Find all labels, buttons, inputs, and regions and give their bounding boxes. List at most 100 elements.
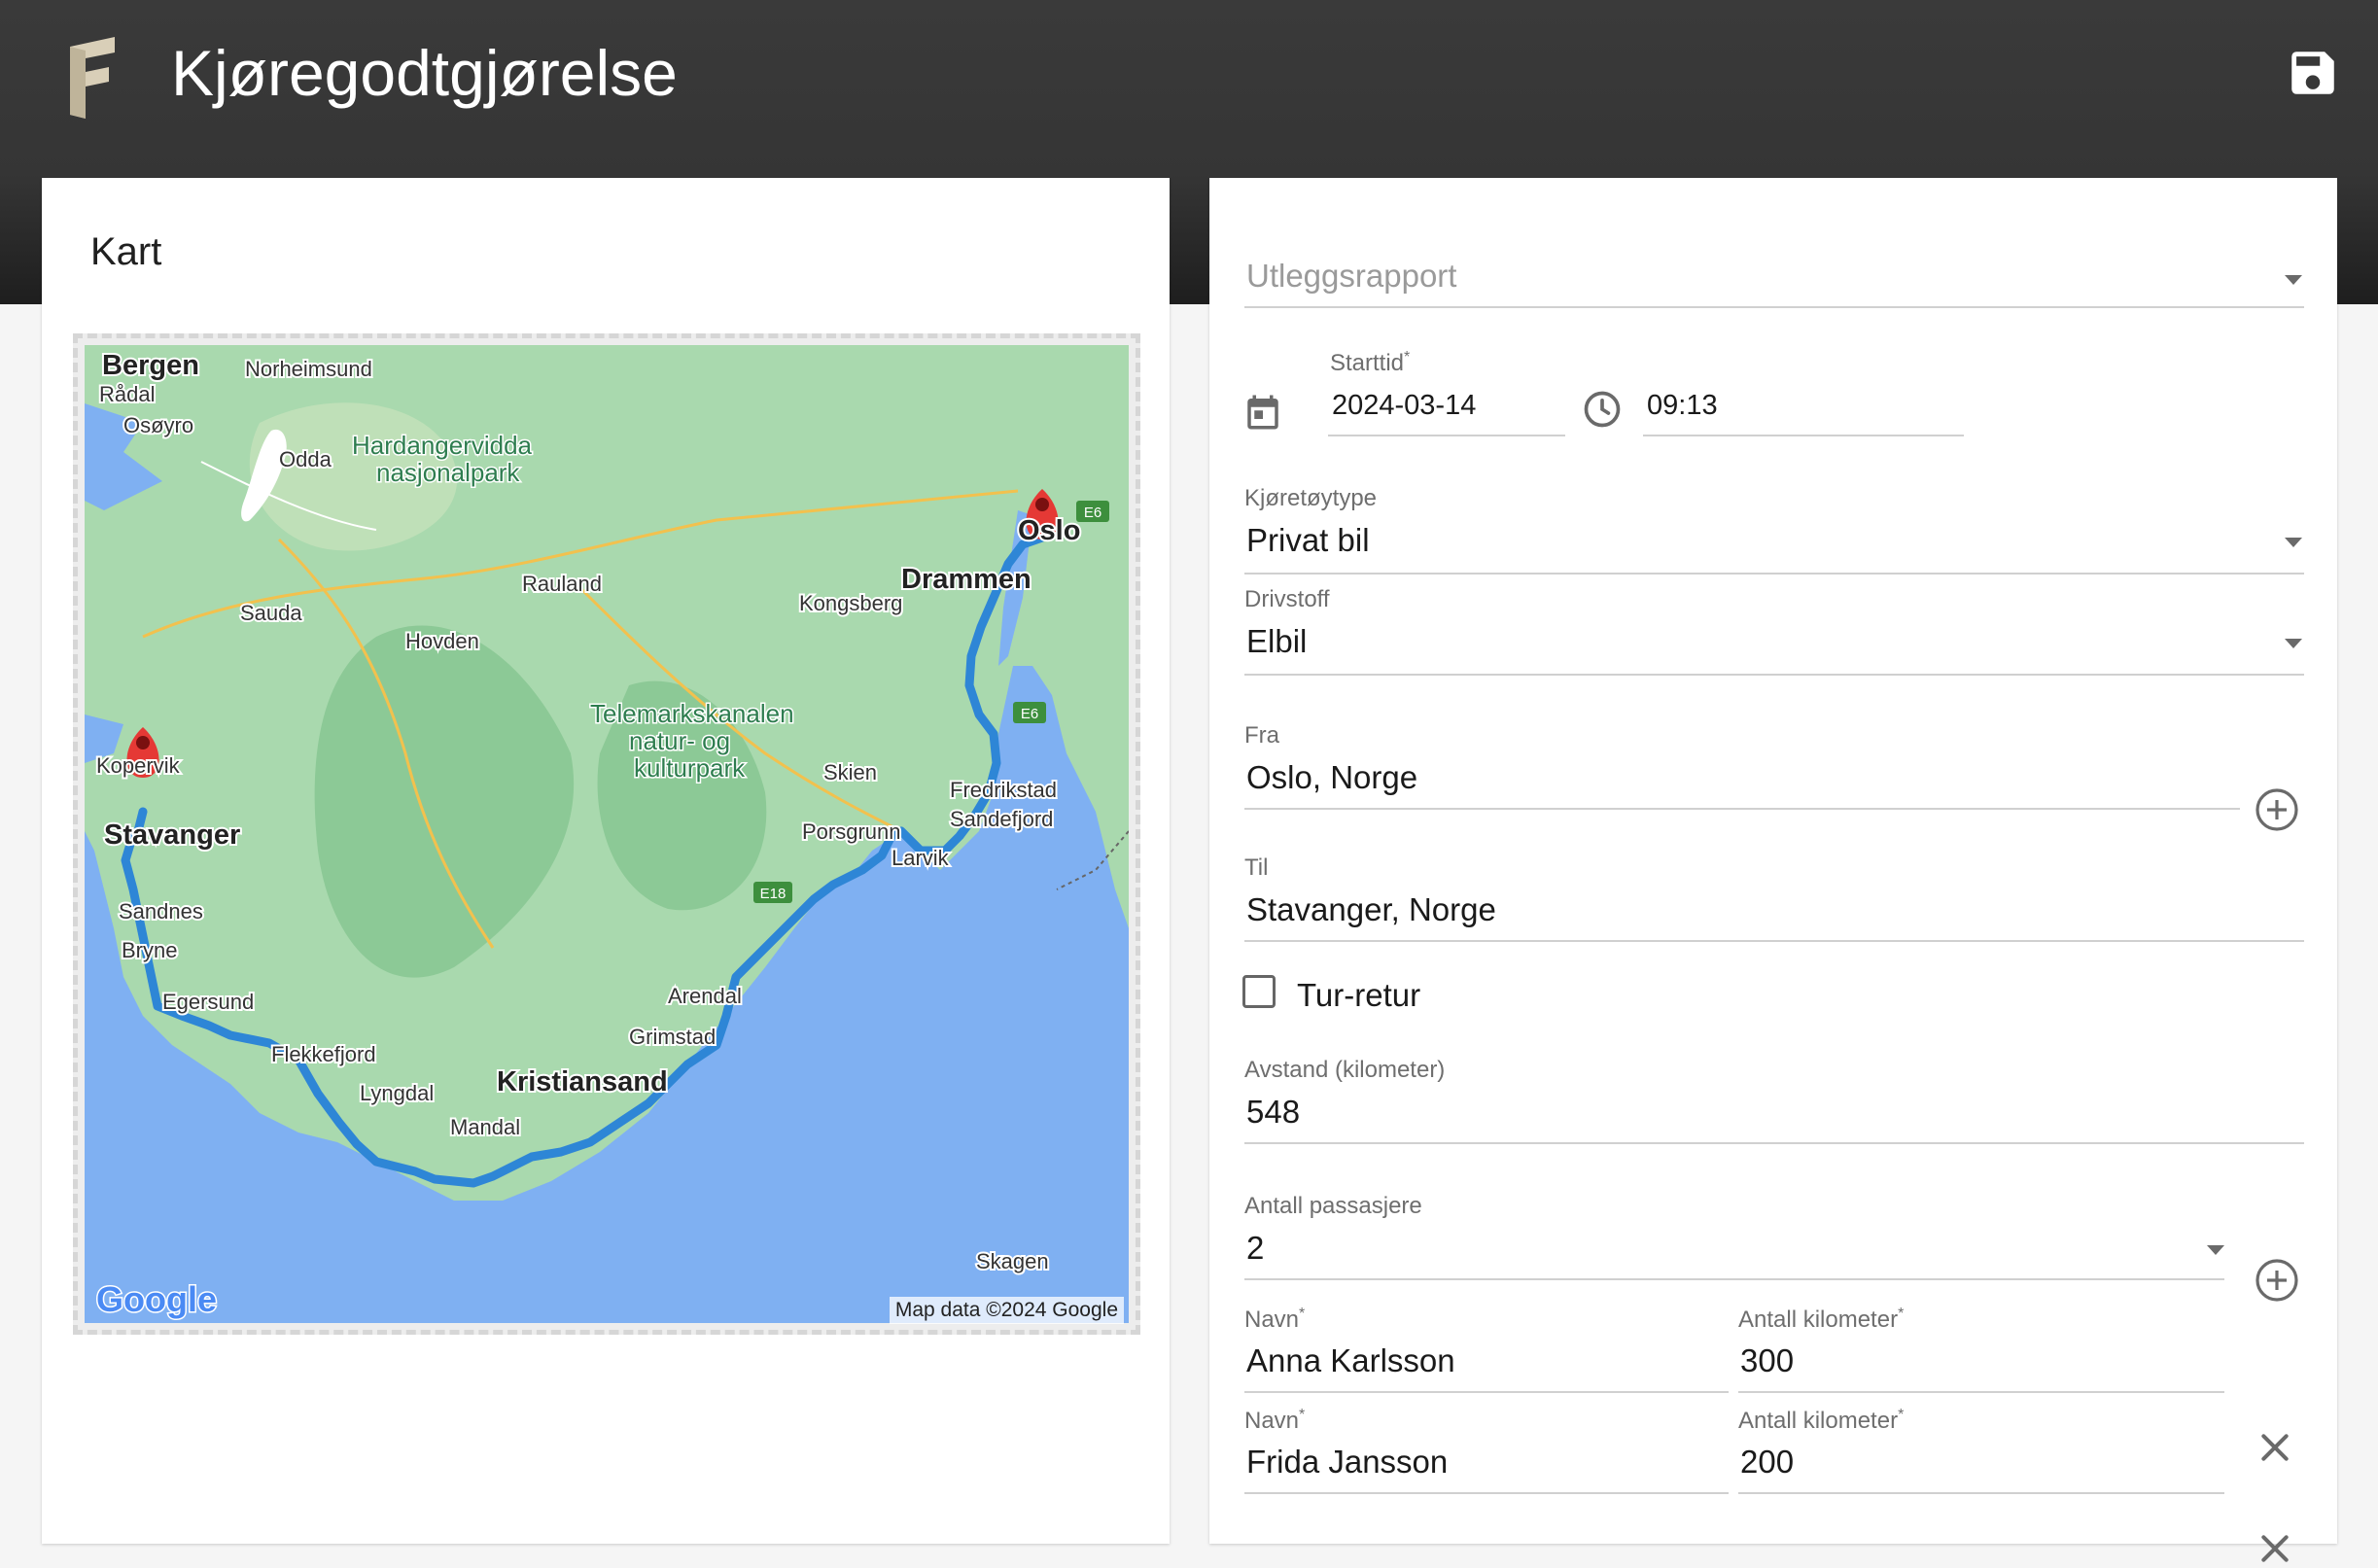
svg-text:E6: E6 [1021, 706, 1038, 722]
field-underline [1244, 1278, 2224, 1280]
park-label: kulturpark [634, 753, 746, 783]
park-label: natur- og [629, 726, 730, 755]
google-logo: Google [95, 1278, 219, 1321]
place-label: Hovden [405, 629, 479, 653]
place-label: Sauda [240, 601, 302, 625]
place-label: Kongsberg [799, 591, 902, 615]
chevron-down-icon [2285, 538, 2302, 547]
place-label: Porsgrunn [802, 819, 901, 844]
place-label: Odda [279, 447, 332, 471]
passenger-name-value: Anna Karlsson [1246, 1342, 1455, 1378]
place-label: Lyngdal [360, 1081, 434, 1105]
place-label: Bergen [102, 350, 199, 381]
remove-passenger-close-icon[interactable] [2256, 1428, 2294, 1467]
field-underline [1244, 573, 2304, 575]
field-underline [1244, 940, 2304, 942]
passenger-count-label: Antall passasjere [1244, 1193, 1422, 1219]
start-date-value: 2024-03-14 [1332, 390, 1477, 421]
passenger-count-select[interactable]: 2 [1244, 1224, 2224, 1280]
place-label: Flekkefjord [271, 1042, 376, 1066]
svg-text:Google: Google [96, 1279, 217, 1319]
route-map[interactable]: E6 E6 E18 Bergen Norheimsund Rådal Osøyr… [85, 345, 1129, 1323]
field-underline [1244, 306, 2304, 308]
park-label: nasjonalpark [376, 458, 520, 487]
field-underline [1643, 435, 1964, 436]
vehicle-type-select[interactable]: Privat bil [1244, 516, 2304, 575]
field-underline [1738, 1391, 2224, 1393]
to-input[interactable]: Stavanger, Norge [1244, 886, 2304, 942]
to-label: Til [1244, 854, 1269, 881]
place-label: Rauland [522, 572, 602, 596]
field-underline [1328, 435, 1565, 436]
park-label: Hardangervidda [352, 431, 533, 460]
park-label: Telemarkskanalen [590, 699, 794, 728]
place-label: Fredrikstad [950, 778, 1057, 802]
field-underline [1244, 1492, 1729, 1494]
start-date-input[interactable]: 2024-03-14 [1328, 380, 1565, 436]
passenger-count-value: 2 [1246, 1230, 1265, 1266]
start-time-label: Starttid* [1330, 349, 1411, 376]
field-underline [1244, 808, 2240, 810]
place-label: Skagen [976, 1249, 1049, 1273]
passenger-km-value: 300 [1740, 1342, 1795, 1378]
chevron-down-icon [2285, 639, 2302, 648]
place-label: Egersund [162, 990, 254, 1014]
page-title: Kjøregodtgjørelse [171, 37, 678, 109]
from-input[interactable]: Oslo, Norge [1244, 753, 2240, 810]
distance-input[interactable]: 548 [1244, 1088, 2304, 1144]
from-value: Oslo, Norge [1246, 759, 1418, 795]
from-label: Fra [1244, 722, 1279, 749]
place-label: Bryne [122, 938, 177, 962]
place-label: Drammen [901, 564, 1032, 595]
road-shield-e6: E6 [1076, 501, 1109, 522]
chevron-down-icon [2207, 1245, 2224, 1255]
save-icon[interactable] [2285, 45, 2341, 101]
place-label: Rådal [99, 382, 155, 406]
calendar-icon[interactable] [1242, 390, 1283, 435]
add-circle-icon[interactable] [2254, 1257, 2300, 1304]
place-label: Skien [823, 760, 877, 784]
road-shield-e18: E18 [753, 882, 792, 903]
field-underline [1244, 674, 2304, 676]
round-trip-checkbox[interactable] [1242, 975, 1276, 1008]
field-underline [1738, 1492, 2224, 1494]
passenger-km-input[interactable]: 300 [1738, 1337, 2224, 1393]
passenger-name-label: Navn* [1244, 1306, 1306, 1333]
place-label: Mandal [450, 1115, 520, 1139]
remove-passenger-close-icon[interactable] [2256, 1529, 2294, 1568]
svg-text:E18: E18 [760, 886, 787, 902]
chevron-down-icon [2285, 275, 2302, 285]
passenger-name-input[interactable]: Frida Jansson [1244, 1438, 1729, 1494]
place-label: Kristiansand [497, 1066, 668, 1098]
map-container[interactable]: E6 E6 E18 Bergen Norheimsund Rådal Osøyr… [73, 333, 1140, 1335]
place-label: Sandefjord [950, 807, 1053, 831]
distance-value: 548 [1246, 1094, 1301, 1130]
expense-report-placeholder: Utleggsrapport [1246, 258, 1457, 294]
passenger-name-input[interactable]: Anna Karlsson [1244, 1337, 1729, 1393]
expense-report-select[interactable]: Utleggsrapport [1244, 252, 2304, 308]
fuel-label: Drivstoff [1244, 586, 1330, 612]
passenger-km-input[interactable]: 200 [1738, 1438, 2224, 1494]
to-value: Stavanger, Norge [1246, 891, 1496, 927]
place-label: Kopervik [96, 753, 181, 778]
passenger-name-value: Frida Jansson [1246, 1444, 1449, 1480]
start-time-input[interactable]: 09:13 [1643, 380, 1964, 436]
fuel-value: Elbil [1246, 623, 1308, 659]
passenger-km-label: Antall kilometer* [1738, 1306, 1905, 1333]
round-trip-label: Tur-retur [1297, 977, 1421, 1013]
distance-label: Avstand (kilometer) [1244, 1057, 1446, 1083]
place-label: Norheimsund [245, 357, 372, 381]
fuel-select[interactable]: Elbil [1244, 617, 2304, 676]
add-circle-icon[interactable] [2254, 786, 2300, 833]
vehicle-type-value: Privat bil [1246, 522, 1370, 558]
road-shield-e6: E6 [1013, 702, 1046, 723]
start-time-value: 09:13 [1647, 390, 1718, 421]
passenger-name-label: Navn* [1244, 1407, 1306, 1434]
place-label: Sandnes [119, 899, 203, 923]
passenger-km-label: Antall kilometer* [1738, 1407, 1905, 1434]
clock-icon[interactable] [1581, 388, 1624, 431]
app-logo-icon [70, 37, 115, 119]
map-card-title: Kart [90, 230, 162, 273]
map-attribution[interactable]: Map data ©2024 Google [889, 1297, 1124, 1324]
passenger-km-value: 200 [1740, 1444, 1795, 1480]
